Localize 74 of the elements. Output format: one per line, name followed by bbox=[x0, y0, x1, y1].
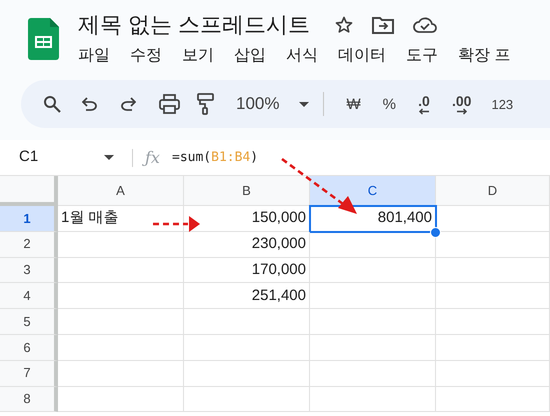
table-cell[interactable] bbox=[58, 309, 184, 335]
table-cell[interactable] bbox=[310, 386, 436, 412]
menu-item[interactable]: 도구 bbox=[406, 45, 438, 67]
dropdown-caret-icon[interactable] bbox=[104, 155, 114, 160]
table-cell[interactable] bbox=[58, 334, 184, 361]
select-all-corner[interactable] bbox=[0, 176, 58, 206]
search-icon[interactable] bbox=[43, 95, 61, 113]
table-cell[interactable] bbox=[310, 258, 436, 284]
currency-button[interactable]: ₩ bbox=[346, 96, 361, 112]
table-cell[interactable] bbox=[436, 309, 550, 335]
name-box[interactable]: C1 bbox=[19, 146, 104, 169]
table-cell[interactable] bbox=[310, 360, 436, 387]
column-header[interactable]: A bbox=[58, 176, 184, 206]
column-header[interactable]: B bbox=[184, 176, 310, 206]
percent-button[interactable]: % bbox=[382, 96, 396, 112]
undo-icon[interactable] bbox=[82, 97, 97, 111]
left-arrow-icon bbox=[418, 108, 430, 114]
row-header[interactable]: 6 bbox=[0, 334, 58, 361]
table-cell[interactable] bbox=[184, 334, 310, 361]
table-cell[interactable] bbox=[58, 360, 184, 387]
cloud-check-icon[interactable] bbox=[413, 16, 438, 34]
menu-item[interactable]: 삽입 bbox=[234, 45, 266, 67]
row-header[interactable]: 1 bbox=[0, 206, 58, 232]
row-header[interactable]: 4 bbox=[0, 283, 58, 310]
table-cell[interactable] bbox=[184, 309, 310, 335]
table-cell[interactable] bbox=[436, 232, 550, 258]
menu-item[interactable]: 보기 bbox=[182, 45, 214, 67]
row-header[interactable]: 7 bbox=[0, 360, 58, 387]
redo-icon[interactable] bbox=[121, 97, 136, 111]
row-header[interactable]: 5 bbox=[0, 309, 58, 335]
menu-item[interactable]: 확장 프 bbox=[458, 45, 510, 67]
row-header[interactable]: 3 bbox=[0, 258, 58, 284]
table-cell[interactable] bbox=[184, 360, 310, 387]
folder-icon[interactable] bbox=[372, 16, 394, 34]
table-cell[interactable] bbox=[58, 232, 184, 258]
annotation-arrow bbox=[153, 216, 200, 232]
table-cell[interactable] bbox=[310, 309, 436, 335]
increase-decimal-button[interactable]: .00 bbox=[452, 94, 472, 114]
table-cell[interactable] bbox=[436, 283, 550, 310]
right-arrow-icon bbox=[456, 108, 468, 114]
menu-item[interactable]: 파일 bbox=[78, 45, 110, 67]
decrease-decimal-button[interactable]: .0 bbox=[418, 94, 430, 114]
table-cell[interactable] bbox=[310, 334, 436, 361]
zoom-select[interactable]: 100% bbox=[236, 91, 310, 117]
number-format-button[interactable]: 123 bbox=[491, 98, 514, 110]
menu-item[interactable]: 서식 bbox=[286, 45, 318, 67]
dropdown-caret-icon[interactable] bbox=[299, 102, 310, 106]
table-cell[interactable]: 230,000 bbox=[184, 232, 310, 258]
row-header[interactable]: 8 bbox=[0, 386, 58, 412]
table-cell[interactable]: 170,000 bbox=[184, 258, 310, 284]
paint-roller-icon[interactable] bbox=[197, 93, 214, 115]
selected-cell[interactable]: 801,400 bbox=[310, 206, 436, 232]
menu-item[interactable]: 수정 bbox=[130, 45, 162, 67]
table-cell[interactable] bbox=[58, 283, 184, 310]
table-cell[interactable] bbox=[58, 258, 184, 284]
table-cell[interactable]: 1월 매출 bbox=[58, 206, 184, 232]
column-header[interactable]: C bbox=[310, 176, 436, 206]
row-header[interactable]: 2 bbox=[0, 232, 58, 258]
table-cell[interactable] bbox=[436, 386, 550, 412]
table-cell[interactable] bbox=[436, 360, 550, 387]
print-icon[interactable] bbox=[159, 94, 180, 114]
menu-item[interactable]: 데이터 bbox=[338, 45, 386, 67]
table-cell[interactable]: 251,400 bbox=[184, 283, 310, 310]
sheets-logo-icon bbox=[28, 18, 59, 60]
table-cell[interactable] bbox=[436, 258, 550, 284]
table-cell[interactable] bbox=[436, 334, 550, 361]
column-header[interactable]: D bbox=[436, 176, 550, 206]
table-cell[interactable] bbox=[310, 283, 436, 310]
fill-handle[interactable] bbox=[430, 226, 441, 238]
star-icon[interactable] bbox=[334, 15, 354, 35]
formula-input[interactable]: =sum(B1:B4) bbox=[172, 148, 258, 168]
document-title[interactable]: 제목 없는 스프레드시트 bbox=[78, 10, 310, 40]
table-cell[interactable] bbox=[58, 386, 184, 412]
table-cell[interactable] bbox=[184, 386, 310, 412]
